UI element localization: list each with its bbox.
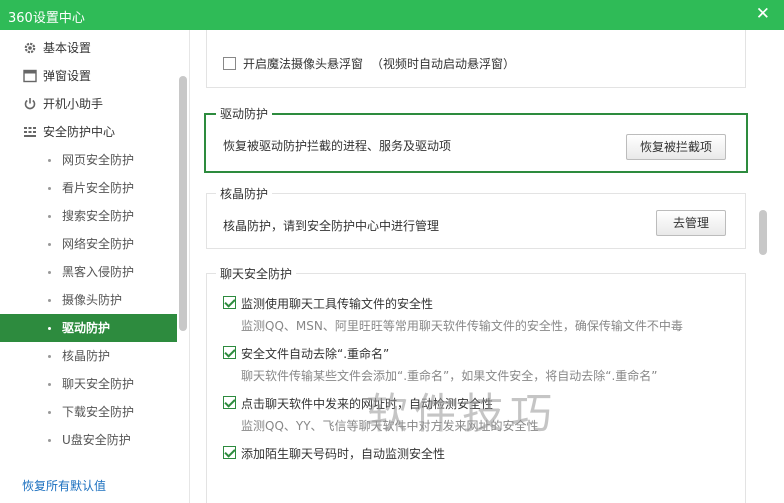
nucleus-protection-description: 核晶防护，请到安全防护中心中进行管理 [223,219,440,233]
stranger-number-check-checkbox[interactable] [223,446,236,459]
sidebar-sub-search-protection[interactable]: 搜索安全防护 [0,202,177,230]
sidebar-item-popup-settings[interactable]: 弹窗设置 [0,62,177,90]
chat-file-transfer-checkbox[interactable] [223,296,236,309]
chat-file-transfer-label: 监测使用聊天工具传输文件的安全性 [241,297,434,311]
window-icon [23,69,37,83]
bullet-icon [48,187,51,190]
bullet-icon [48,215,51,218]
bullet-icon [48,411,51,414]
auto-remove-rename-checkbox[interactable] [223,346,236,359]
restore-defaults-link[interactable]: 恢复所有默认值 [22,477,106,494]
sidebar-sub-network-protection[interactable]: 网络安全防护 [0,230,177,258]
driver-protection-description: 恢复被驱动防护拦截的进程、服务及驱动项 [223,139,452,153]
sidebar-sub-camera-protection[interactable]: 摄像头防护 [0,286,177,314]
sidebar-sub-video-protection[interactable]: 看片安全防护 [0,174,177,202]
bullet-icon [48,243,51,246]
gear-icon [24,42,36,54]
sidebar-scrollbar[interactable] [179,76,187,331]
camera-float-checkbox[interactable] [223,57,236,70]
window-title: 360设置中心 [8,11,85,26]
chat-url-check-checkbox[interactable] [223,396,236,409]
chat-file-transfer-desc: 监测QQ、MSN、阿里旺旺等常用聊天软件传输文件的安全性，确保传输文件不中毒 [241,319,683,333]
auto-remove-rename-label: 安全文件自动去除“.重命名” [241,347,390,361]
shield-grid-icon [24,127,36,137]
sidebar-sub-hacker-protection[interactable]: 黑客入侵防护 [0,258,177,286]
bullet-icon [48,439,51,442]
bullet-icon [48,355,51,358]
title-bar: 360设置中心 ✕ [0,0,784,30]
sidebar-sub-driver-protection[interactable]: 驱动防护 [0,314,177,342]
bullet-icon [48,299,51,302]
content-scrollbar[interactable] [759,210,767,255]
sidebar-sub-download-protection[interactable]: 下载安全防护 [0,398,177,426]
sidebar-sub-web-protection[interactable]: 网页安全防护 [0,146,177,174]
go-manage-button[interactable]: 去管理 [656,210,726,236]
power-icon [24,98,36,110]
watermark-text: 软件技巧 [366,389,559,438]
camera-float-label: 开启魔法摄像头悬浮窗 [243,57,364,71]
driver-protection-title: 驱动防护 [216,105,273,122]
bullet-icon [48,271,51,274]
nucleus-protection-title: 核晶防护 [216,185,273,202]
bullet-icon [48,383,51,386]
sidebar-sub-nucleus-protection[interactable]: 核晶防护 [0,342,177,370]
sidebar-sub-chat-protection[interactable]: 聊天安全防护 [0,370,177,398]
sidebar-item-security-center[interactable]: 安全防护中心 [0,118,177,146]
sidebar-item-basic-settings[interactable]: 基本设置 [0,34,177,62]
bullet-icon [48,327,51,330]
sidebar: 基本设置 弹窗设置 开机小助手 安全防护中心 网页安全防护 看片安全防护 搜索安… [0,30,190,503]
close-icon[interactable]: ✕ [756,4,770,24]
restore-blocked-items-button[interactable]: 恢复被拦截项 [626,134,726,160]
camera-float-note: （视频时自动启动悬浮窗） [371,57,516,71]
sidebar-sub-usb-protection[interactable]: U盘安全防护 [0,426,177,454]
bullet-icon [48,159,51,162]
stranger-number-check-label: 添加陌生聊天号码时，自动监测安全性 [241,447,446,461]
chat-protection-title: 聊天安全防护 [216,265,297,282]
sidebar-item-boot-assistant[interactable]: 开机小助手 [0,90,177,118]
